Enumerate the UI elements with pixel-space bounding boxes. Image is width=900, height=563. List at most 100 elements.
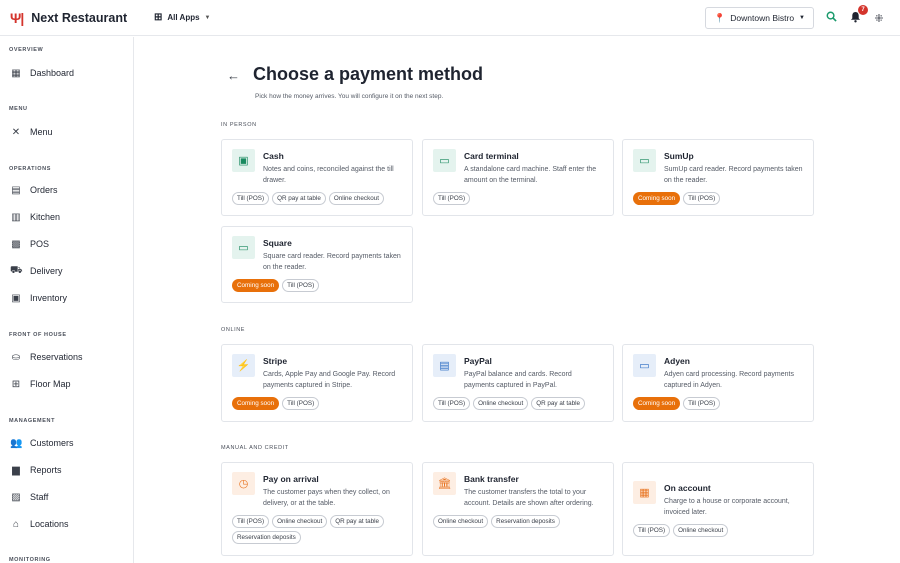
- tag: QR pay at table: [531, 397, 585, 410]
- notifications-button[interactable]: 7: [848, 4, 868, 26]
- card-description: Notes and coins, reconciled against the …: [263, 166, 394, 184]
- badge-icon: ▨: [11, 491, 21, 503]
- sidebar-item-dashboard[interactable]: ▦ Dashboard: [0, 63, 133, 83]
- sidebar-item-floor-map[interactable]: ⊞ Floor Map: [0, 374, 133, 394]
- payment-card-square[interactable]: ▭ Square Square card reader. Record paym…: [221, 226, 413, 303]
- location-select[interactable]: 📍 Downtown Bistro ▼: [705, 7, 814, 29]
- card-title: Cash: [263, 151, 284, 161]
- grid-icon: ⊞: [154, 12, 163, 23]
- coming-soon-badge: Coming soon: [232, 279, 280, 292]
- sidebar-item-label: Delivery: [30, 266, 63, 276]
- tag: Till (POS): [433, 397, 471, 410]
- page-title: Choose a payment method: [253, 64, 484, 84]
- payment-card-paypal[interactable]: ▤ PayPal PayPal balance and cards. Recor…: [422, 344, 614, 422]
- dashboard-icon: ▦: [11, 67, 21, 79]
- sidebar-item-menu[interactable]: ✕ Menu: [0, 122, 133, 142]
- sidebar-item-staff[interactable]: ▨ Staff: [0, 487, 133, 507]
- coming-soon-badge: Coming soon: [232, 397, 280, 410]
- tag: Till (POS): [282, 397, 320, 410]
- brand[interactable]: Ψ| Next Restaurant: [0, 0, 134, 36]
- sidebar-item-label: Orders: [30, 185, 58, 195]
- brand-name: Next Restaurant: [31, 10, 128, 25]
- card-description: PayPal balance and cards. Record payment…: [464, 371, 572, 389]
- top-bar: Ψ| Next Restaurant ⊞ All Apps ▼ 📍 Downto…: [0, 0, 900, 36]
- fork-knife-icon: Ψ|: [10, 9, 24, 26]
- kitchen-icon: ▥: [11, 211, 21, 223]
- box-icon: ▣: [11, 292, 21, 304]
- payment-card-stripe[interactable]: ⚡ Stripe Cards, Apple Pay and Google Pay…: [221, 344, 413, 422]
- card-icon: ▭: [433, 149, 456, 172]
- sidebar-item-customers[interactable]: 👥 Customers: [0, 433, 133, 453]
- payment-card-pay-on-arrival[interactable]: ◷ Pay on arrival The customer pays when …: [221, 462, 413, 556]
- register-icon: ▩: [11, 238, 21, 250]
- sidebar-item-reports[interactable]: ▆ Reports: [0, 460, 133, 480]
- payment-card-on-account[interactable]: ▦ On account Charge to a house or corpor…: [622, 462, 814, 556]
- sidebar-section-title: MONITORING: [9, 557, 51, 563]
- card-title: SumUp: [664, 151, 694, 161]
- sidebar-item-label: Customers: [30, 438, 74, 448]
- sidebar: OVERVIEW ▦ Dashboard MENU ✕ Menu OPERATI…: [0, 37, 134, 563]
- briefcase-icon: ▦: [633, 481, 656, 504]
- floor-map-icon: ⊞: [11, 378, 21, 390]
- collapse-icon[interactable]: ⁜: [872, 12, 886, 25]
- payment-card-adyen[interactable]: ▭ Adyen Adyen card processing. Record pa…: [622, 344, 814, 422]
- payment-card-sumup[interactable]: ▭ SumUp SumUp card reader. Record paymen…: [622, 139, 814, 216]
- sidebar-item-reservations[interactable]: ⛀ Reservations: [0, 347, 133, 367]
- search-icon[interactable]: [824, 11, 838, 25]
- sidebar-section-title: OVERVIEW: [9, 47, 44, 53]
- card-description: SumUp card reader. Record payments taken…: [664, 166, 803, 184]
- sidebar-item-inventory[interactable]: ▣ Inventory: [0, 288, 133, 308]
- card-title: On account: [664, 483, 711, 493]
- receipt-icon: ▤: [11, 184, 21, 196]
- tag: Till (POS): [232, 515, 270, 528]
- clock-icon: ◷: [232, 472, 255, 495]
- sidebar-item-pos[interactable]: ▩ POS: [0, 234, 133, 254]
- store-icon: ⌂: [12, 518, 20, 530]
- group-title: IN PERSON: [221, 122, 257, 128]
- tag: Till (POS): [433, 192, 471, 205]
- card-title: PayPal: [464, 356, 492, 366]
- tag: QR pay at table: [272, 192, 326, 205]
- page-subtitle: Pick how the money arrives. You will con…: [255, 93, 444, 100]
- card-description: Square card reader. Record payments take…: [263, 253, 401, 271]
- card-description: The customer pays when they collect, on …: [263, 489, 390, 507]
- card-description: Charge to a house or corporate account, …: [664, 498, 790, 516]
- all-apps-menu[interactable]: ⊞ All Apps ▼: [154, 12, 211, 23]
- payment-card-cash[interactable]: ▣ Cash Notes and coins, reconciled again…: [221, 139, 413, 216]
- chevron-down-icon: ▼: [204, 14, 211, 21]
- tag: Till (POS): [683, 192, 721, 205]
- cash-icon: ▣: [232, 149, 255, 172]
- card-title: Pay on arrival: [263, 474, 319, 484]
- coming-soon-badge: Coming soon: [633, 192, 681, 205]
- sidebar-item-orders[interactable]: ▤ Orders: [0, 180, 133, 200]
- sidebar-item-locations[interactable]: ⌂ Locations: [0, 514, 133, 534]
- tag: Reservation deposits: [491, 515, 560, 528]
- sidebar-item-kitchen[interactable]: ▥ Kitchen: [0, 207, 133, 227]
- table-icon: ⛀: [11, 351, 21, 363]
- sidebar-section-title: MENU: [9, 106, 28, 112]
- tag: Till (POS): [282, 279, 320, 292]
- card-title: Square: [263, 238, 292, 248]
- people-icon: 👥: [10, 437, 23, 449]
- chart-icon: ▆: [12, 464, 20, 476]
- sidebar-item-label: Locations: [30, 519, 69, 529]
- card-icon: ▭: [633, 354, 656, 377]
- payment-card-card-terminal[interactable]: ▭ Card terminal A standalone card machin…: [422, 139, 614, 216]
- group-title: ONLINE: [221, 327, 246, 333]
- sidebar-item-label: Staff: [30, 492, 49, 502]
- tag: QR pay at table: [330, 515, 384, 528]
- tag: Online checkout: [272, 515, 328, 528]
- payment-card-bank-transfer[interactable]: 🏛 Bank transfer The customer transfers t…: [422, 462, 614, 556]
- sidebar-section-title: MANAGEMENT: [9, 418, 56, 424]
- card-title: Card terminal: [464, 151, 519, 161]
- bolt-icon: ⚡: [232, 354, 255, 377]
- truck-icon: ⛟: [10, 264, 23, 276]
- notification-count-badge: 7: [858, 4, 868, 15]
- card-title: Adyen: [664, 356, 690, 366]
- all-apps-label: All Apps: [167, 13, 200, 22]
- tag: Till (POS): [232, 192, 270, 205]
- back-arrow-icon[interactable]: ←: [227, 68, 240, 83]
- sidebar-item-label: Dashboard: [30, 68, 75, 78]
- bank-icon: 🏛: [433, 472, 456, 495]
- sidebar-item-delivery[interactable]: ⛟ Delivery: [0, 261, 133, 281]
